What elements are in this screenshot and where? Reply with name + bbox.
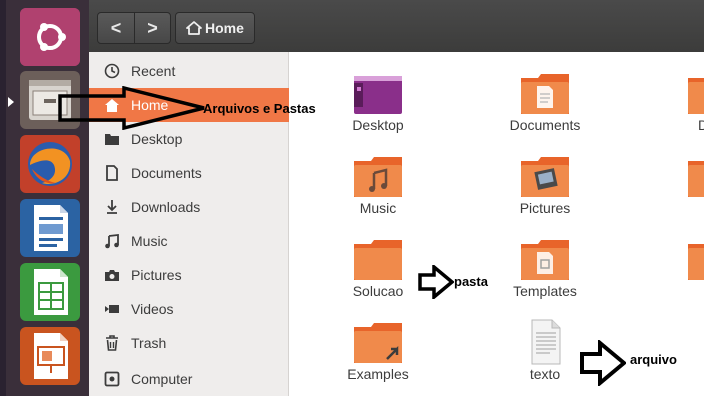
grid-item-templates[interactable]: Templates — [482, 224, 602, 306]
firefox-icon — [20, 135, 80, 193]
calc-launcher-button[interactable] — [20, 263, 80, 321]
forward-button[interactable]: > — [134, 13, 170, 43]
firefox-launcher-button[interactable] — [20, 135, 80, 193]
annotation-pasta: pasta — [454, 274, 488, 289]
chevron-left-icon: < — [110, 17, 122, 38]
videos-folder-icon — [688, 244, 704, 280]
sidebar-item-label: Videos — [131, 301, 174, 317]
sidebar-item-label: Documents — [131, 165, 202, 181]
downloads-folder-icon — [688, 78, 704, 114]
examples-folder-icon — [354, 323, 402, 363]
sidebar-item-trash[interactable]: Trash — [89, 326, 289, 360]
back-button[interactable]: < — [98, 13, 134, 43]
grid-item-label: Documents — [509, 117, 581, 133]
grid-item-public[interactable]: P — [649, 141, 704, 223]
text-file-icon — [531, 319, 561, 365]
grid-item-label: Examples — [347, 366, 409, 382]
sidebar-item-music[interactable]: Music — [89, 224, 289, 258]
document-icon — [103, 164, 121, 182]
unity-launcher — [0, 0, 89, 396]
grid-item-label: Templates — [513, 283, 577, 299]
grid-item-videos[interactable]: V — [649, 224, 704, 306]
annotation-arquivo: arquivo — [630, 352, 677, 367]
sidebar-item-label: Trash — [131, 335, 167, 351]
templates-folder-icon — [521, 240, 569, 280]
grid-item-documents[interactable]: Documents — [482, 58, 602, 140]
grid-item-examples[interactable]: Examples — [315, 307, 435, 389]
grid-item-music[interactable]: Music — [315, 141, 435, 223]
file-grid: Desktop Documents Dow Music — [289, 52, 704, 396]
ubuntu-dash-button[interactable] — [20, 8, 80, 66]
libreoffice-calc-icon — [20, 263, 80, 321]
grid-item-label: Desktop — [352, 117, 404, 133]
trash-icon — [103, 334, 121, 352]
drive-icon — [103, 370, 121, 388]
grid-item-pictures[interactable]: Pictures — [482, 141, 602, 223]
pictures-folder-icon — [521, 157, 569, 197]
sidebar-item-label: Downloads — [131, 199, 201, 215]
grid-item-desktop[interactable]: Desktop — [315, 58, 435, 140]
grid-item-label: P — [649, 200, 704, 216]
video-camera-icon — [103, 300, 121, 318]
camera-icon — [103, 266, 121, 284]
grid-item-downloads[interactable]: Dow — [649, 58, 704, 140]
chevron-right-icon: > — [147, 17, 158, 38]
sidebar-item-pictures[interactable]: Pictures — [89, 258, 289, 292]
grid-item-label: V — [649, 283, 704, 299]
folder-icon — [354, 240, 402, 280]
navigation-buttons: < > — [97, 12, 171, 44]
libreoffice-writer-icon — [20, 199, 80, 257]
path-label: Home — [205, 20, 244, 36]
music-note-icon — [103, 232, 121, 250]
annotation-arrow-large-icon — [58, 86, 205, 130]
clock-icon — [103, 62, 121, 80]
header-bar: < > Home — [89, 0, 704, 52]
documents-folder-icon — [521, 74, 569, 114]
grid-item-label: Pictures — [519, 200, 571, 216]
libreoffice-impress-icon — [20, 327, 80, 385]
sidebar-item-label: Computer — [131, 371, 193, 387]
grid-item-solucao[interactable]: Solucao — [315, 224, 435, 306]
desktop-folder-icon — [354, 76, 402, 114]
writer-launcher-button[interactable] — [20, 199, 80, 257]
sidebar-item-videos[interactable]: Videos — [89, 292, 289, 326]
home-icon — [186, 21, 202, 35]
sidebar-item-recent[interactable]: Recent — [89, 54, 289, 88]
sidebar-item-computer[interactable]: Computer — [89, 362, 289, 396]
download-arrow-icon — [103, 198, 121, 216]
ubuntu-logo-icon — [20, 8, 80, 66]
sidebar-item-downloads[interactable]: Downloads — [89, 190, 289, 224]
grid-item-label: Music — [359, 200, 397, 216]
music-folder-icon — [354, 157, 402, 197]
active-app-indicator — [8, 97, 14, 107]
annotation-arrow-medium-icon — [580, 340, 626, 386]
sidebar-item-documents[interactable]: Documents — [89, 156, 289, 190]
annotation-arquivos-e-pastas: Arquivos e Pastas — [203, 101, 316, 116]
public-folder-icon — [688, 161, 704, 197]
folder-icon — [103, 130, 121, 148]
impress-launcher-button[interactable] — [20, 327, 80, 385]
sidebar-item-label: Pictures — [131, 267, 182, 283]
annotation-arrow-small-icon — [418, 265, 454, 299]
sidebar-item-label: Music — [131, 233, 168, 249]
grid-item-label: Dow — [697, 117, 704, 133]
path-bar-home-button[interactable]: Home — [175, 12, 255, 44]
sidebar-item-label: Recent — [131, 63, 176, 79]
sidebar-item-label: Desktop — [131, 131, 183, 147]
launcher-edge — [0, 0, 6, 396]
